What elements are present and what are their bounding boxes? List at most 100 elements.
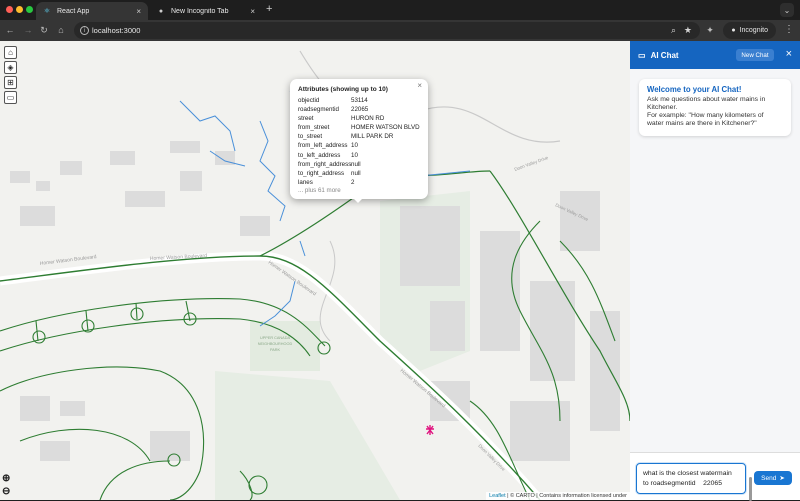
attribute-key: to_right_address — [298, 169, 345, 177]
attribute-key: from_street — [298, 124, 330, 132]
chat-input-bar: what is the closest watermain to roadseg… — [630, 452, 800, 501]
home-extent-button[interactable]: ⌂ — [4, 46, 17, 59]
url-text: localhost:3000 — [92, 26, 141, 35]
browser-toolbar: ← → ↻ ⌂ i localhost:3000 ⌕ ★ ✦ ● Incogni… — [0, 20, 800, 41]
attribution-text: | © CARTO | Contains information license… — [507, 493, 627, 499]
bookmark-star-icon[interactable]: ★ — [684, 25, 692, 36]
input-line: to roadsegmentid 22065 — [643, 480, 722, 487]
home-icon[interactable]: ⌂ — [55, 24, 67, 36]
back-arrow-icon[interactable]: ← — [4, 24, 16, 36]
maximize-window-button[interactable] — [26, 6, 33, 13]
attribute-key: street — [298, 115, 314, 123]
park-area — [215, 371, 400, 500]
attribute-key: roadsegmentid — [298, 106, 339, 114]
send-icon: ➤ — [779, 475, 785, 482]
browser-menu-icon[interactable]: ⋮ — [784, 24, 794, 35]
popup-close-button[interactable]: × — [417, 81, 422, 90]
attribute-key: lanes — [298, 178, 313, 186]
attribute-row: objectid 53114 — [298, 96, 420, 105]
attribute-value: MILL PARK DR — [351, 133, 394, 141]
tab-search-chevron-icon[interactable]: ⌄ — [780, 3, 794, 17]
welcome-card: Welcome to your AI Chat! Ask me question… — [639, 79, 791, 136]
new-tab-button[interactable]: + — [266, 3, 272, 15]
forward-arrow-icon[interactable]: → — [22, 24, 34, 36]
zoom-out-button[interactable]: ⊖ — [2, 486, 10, 497]
attribute-row: to_left_address 10 — [298, 151, 420, 160]
park-area — [250, 321, 320, 371]
tab-bar: ⚛ React App × ● New Incognito Tab × + ⌄ — [0, 0, 800, 20]
incognito-label: Incognito — [739, 27, 768, 34]
attribute-value: null — [351, 160, 361, 168]
new-chat-button[interactable]: New Chat — [736, 49, 774, 61]
attribute-value: null — [351, 169, 361, 177]
incognito-icon: ● — [731, 27, 736, 34]
park-label: UPPER CANADA — [260, 336, 290, 340]
minimize-window-button[interactable] — [16, 6, 23, 13]
chat-bubble-icon: ▭ — [638, 50, 646, 60]
tab-close-icon[interactable]: × — [250, 7, 255, 16]
leaflet-link[interactable]: Leaflet — [489, 493, 506, 499]
popup-more-text: ... plus 61 more — [298, 186, 341, 194]
welcome-line: For example: "How many kilometers of — [647, 112, 764, 119]
ai-chat-panel: ▭ AI Chat New Chat × Welcome to your AI … — [630, 41, 800, 501]
incognito-badge[interactable]: ● Incognito — [723, 22, 776, 39]
attribute-table: objectid 53114 roadsegmentid 22065 street HUR… — [298, 96, 420, 187]
zoom-in-button[interactable]: ⊕ — [2, 473, 10, 484]
attribute-key: to_left_address — [298, 151, 341, 159]
attribute-key: objectid — [298, 97, 320, 104]
attribute-value: 10 — [351, 142, 358, 150]
measure-tool-button[interactable]: ▭ — [4, 91, 17, 104]
attribute-key: from_left_address — [298, 142, 348, 150]
attribute-row: from_street HOMER WATSON BLVD — [298, 123, 420, 132]
reload-icon[interactable]: ↻ — [38, 24, 50, 36]
attribute-row: to_street MILL PARK DR — [298, 132, 420, 141]
send-button[interactable]: Send ➤ — [754, 471, 792, 485]
attribute-row: from_left_address 10 — [298, 141, 420, 150]
attributes-popup: × Attributes (showing up to 10) objectid… — [290, 79, 428, 199]
attribute-row: to_right_address null — [298, 169, 420, 178]
tab-label: React App — [57, 7, 90, 15]
send-label: Send — [761, 474, 777, 482]
map-attribution: Leaflet | © CARTO | Contains information… — [486, 492, 630, 500]
input-scrollbar[interactable] — [749, 477, 752, 501]
chat-message-input[interactable]: what is the closest watermain to roadseg… — [636, 463, 752, 501]
attribute-value: 53114 — [351, 97, 368, 104]
close-chat-button[interactable]: × — [786, 48, 792, 60]
attribute-value: HOMER WATSON BLVD — [351, 124, 420, 132]
layers-button[interactable]: ◈ — [4, 61, 17, 74]
popup-title: Attributes (showing up to 10) — [298, 86, 388, 93]
attribute-row: lanes 2 — [298, 178, 420, 187]
input-line: what is the closest watermain — [643, 470, 732, 477]
attribute-row: roadsegmentid 22065 — [298, 105, 420, 114]
address-bar[interactable]: i localhost:3000 ⌕ ★ — [74, 22, 700, 39]
welcome-line: Kitchener. — [647, 104, 678, 111]
tab-new-incognito[interactable]: ● New Incognito Tab × — [150, 2, 262, 20]
attribute-key: to_street — [298, 133, 323, 141]
welcome-line: Ask me questions about water mains in — [647, 96, 766, 103]
close-window-button[interactable] — [6, 6, 13, 13]
attribute-value: 10 — [351, 151, 358, 159]
extensions-icon[interactable]: ✦ — [704, 24, 716, 36]
attribute-value: HURON RD — [351, 115, 385, 123]
attribute-row: street HURON RD — [298, 114, 420, 123]
attribute-value: 22065 — [351, 106, 369, 114]
map-view[interactable]: Homer Watson Boulevard Homer Watson Boul… — [0, 41, 630, 500]
attribute-key: from_right_address — [298, 160, 352, 168]
tab-close-icon[interactable]: × — [136, 7, 141, 16]
page-viewport: Homer Watson Boulevard Homer Watson Boul… — [0, 41, 800, 501]
identify-tool-button[interactable]: ⊞ — [4, 76, 17, 89]
chat-title: AI Chat — [650, 50, 679, 60]
incognito-icon: ● — [158, 7, 164, 15]
road-label: Homer Watson Boulevard — [40, 254, 98, 267]
react-icon: ⚛ — [43, 8, 51, 15]
zoom-magnifier-icon[interactable]: ⌕ — [671, 25, 676, 36]
tab-label: New Incognito Tab — [171, 7, 229, 15]
welcome-line: water mains are there in Kitchener?" — [647, 120, 757, 127]
attribute-row: from_right_address null — [298, 160, 420, 169]
road-label: Doon Valley Drive — [514, 155, 550, 172]
tab-react-app[interactable]: ⚛ React App × — [36, 2, 148, 20]
popup-tip — [352, 197, 364, 203]
site-info-icon[interactable]: i — [80, 26, 89, 35]
chat-header: ▭ AI Chat New Chat × — [630, 41, 800, 69]
attribute-value: 2 — [351, 178, 355, 186]
